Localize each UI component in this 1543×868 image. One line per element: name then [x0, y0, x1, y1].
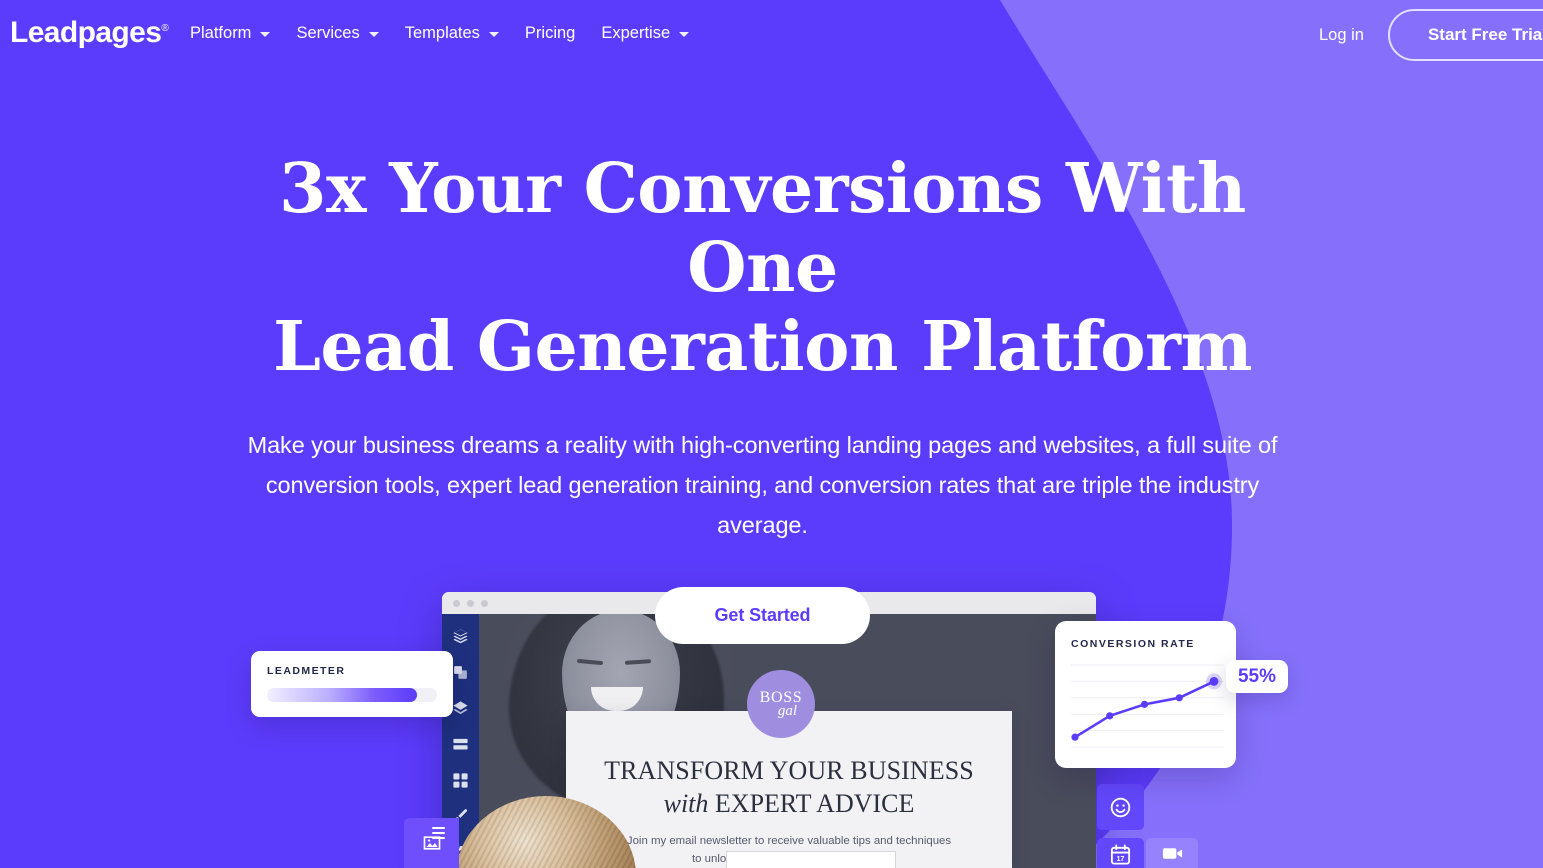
- smiley-icon: [1110, 797, 1131, 817]
- nav-item-pricing-label: Pricing: [524, 24, 576, 42]
- nav-item-templates-label: Templates: [404, 24, 480, 42]
- top-navigation-bar: Leadpages® Platform Services Templates P…: [0, 0, 1543, 72]
- lp-body-line1: Join my email newsletter to receive valu…: [626, 835, 952, 847]
- nav-item-pricing[interactable]: Pricing: [525, 24, 575, 43]
- lp-email-input[interactable]: [726, 851, 896, 868]
- nav-item-platform-label: Platform: [190, 24, 252, 42]
- calendar-day-number: 17: [1117, 855, 1125, 862]
- nav-item-platform[interactable]: Platform: [190, 24, 271, 43]
- leadmeter-progress-track: [267, 688, 437, 702]
- nav-item-expertise-label: Expertise: [601, 24, 671, 42]
- conversion-rate-badge: 55%: [1226, 660, 1288, 693]
- login-link[interactable]: Log in: [1319, 26, 1364, 45]
- chevron-down-icon: [488, 32, 499, 37]
- duplicate-icon[interactable]: [452, 664, 469, 681]
- page-title: 3x Your Conversions With One Lead Genera…: [258, 150, 1268, 387]
- rows-icon[interactable]: [452, 736, 469, 753]
- leadmeter-card: LEADMETER: [251, 651, 453, 717]
- media-line: [432, 837, 445, 839]
- nav-item-templates[interactable]: Templates: [405, 24, 499, 43]
- chart-point: [1209, 677, 1219, 686]
- video-tile[interactable]: [1146, 838, 1198, 868]
- conversion-rate-chart: [1071, 664, 1224, 748]
- nav-actions: Log in Start Free Trial: [1319, 9, 1543, 61]
- hero-title-line1: 3x Your Conversions With One: [279, 149, 1246, 308]
- hero-subtitle: Make your business dreams a reality with…: [247, 431, 1278, 539]
- logo-trademark: ®: [161, 23, 169, 34]
- chevron-down-icon: [260, 32, 271, 37]
- chart-point: [1140, 700, 1149, 708]
- bossgal-line2: gal: [777, 702, 798, 719]
- nav-item-services[interactable]: Services: [296, 24, 379, 43]
- chart-point: [1106, 712, 1114, 720]
- nav-item-services-label: Services: [296, 24, 360, 42]
- chart-point: [1071, 733, 1079, 741]
- lp-headline-italic: with: [663, 789, 709, 818]
- smiley-tile[interactable]: [1097, 784, 1144, 830]
- media-tile[interactable]: [404, 818, 459, 868]
- nav-item-expertise[interactable]: Expertise: [601, 24, 690, 43]
- nav-links: Platform Services Templates Pricing Expe…: [190, 24, 715, 43]
- hero-section: 3x Your Conversions With One Lead Genera…: [0, 150, 1525, 644]
- leadpages-logo[interactable]: Leadpages®: [10, 16, 169, 49]
- bossgal-logo-badge: BOSS gal: [747, 670, 815, 738]
- lp-headline-rest: EXPERT ADVICE: [714, 789, 915, 818]
- get-started-button[interactable]: Get Started: [654, 586, 871, 644]
- chart-line: [1073, 680, 1216, 739]
- media-line: [432, 832, 445, 834]
- chevron-down-icon: [679, 32, 690, 37]
- video-icon: [1162, 847, 1182, 859]
- media-tile-lines: [432, 827, 445, 839]
- start-free-trial-button[interactable]: Start Free Trial: [1387, 9, 1543, 61]
- hero-title-line2: Lead Generation Platform: [273, 306, 1252, 387]
- media-line: [432, 827, 445, 829]
- calendar-tile[interactable]: 17: [1097, 838, 1144, 868]
- logo-text: Leadpages: [10, 16, 162, 49]
- widgets-icon[interactable]: [452, 772, 469, 789]
- browser-viewport: TRANSFORM YOUR BUSINESS with EXPERT ADVI…: [442, 614, 1096, 868]
- lp-headline-line2: with EXPERT ADVICE: [566, 789, 1012, 819]
- chevron-down-icon: [368, 32, 379, 37]
- chart-point: [1175, 694, 1183, 702]
- leadmeter-label: LEADMETER: [267, 665, 346, 677]
- lp-headline-line1: TRANSFORM YOUR BUSINESS: [604, 756, 974, 785]
- calendar-icon: 17: [1110, 843, 1131, 865]
- layer-single-icon[interactable]: [452, 700, 469, 717]
- leadmeter-progress-fill: [267, 688, 417, 702]
